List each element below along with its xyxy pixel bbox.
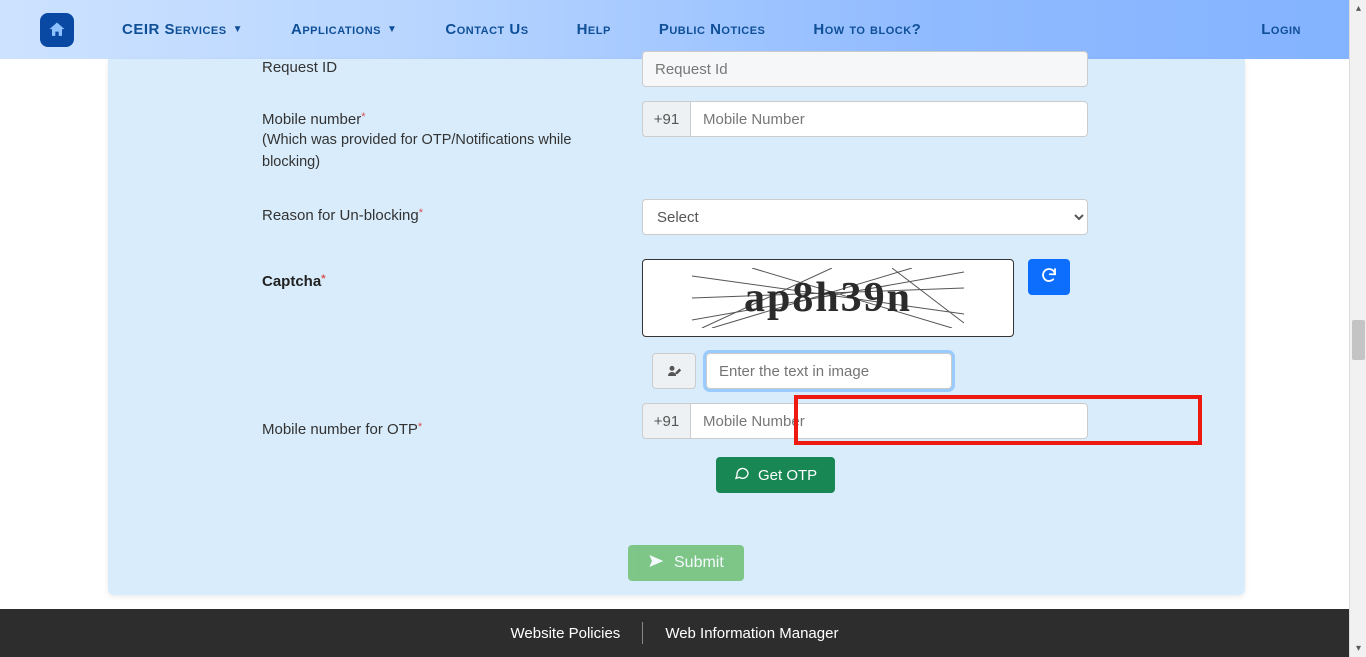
nav-public-notices[interactable]: Public Notices	[659, 21, 766, 38]
nav-applications[interactable]: Applications ▼	[291, 21, 397, 38]
nav-label: Public Notices	[659, 21, 766, 38]
captcha-input[interactable]	[706, 353, 952, 389]
required-mark: *	[419, 207, 423, 219]
label-text: Mobile number	[262, 111, 361, 128]
nav-label: CEIR Services	[122, 21, 227, 38]
required-mark: *	[361, 111, 365, 123]
chat-icon	[734, 465, 750, 485]
request-id-input[interactable]	[642, 51, 1088, 87]
footer: Website Policies Web Information Manager	[0, 609, 1349, 657]
captcha-image: ap8h39n	[692, 268, 964, 328]
nav-help[interactable]: Help	[577, 21, 611, 38]
otp-mobile-prefix: +91	[642, 403, 690, 439]
captcha-refresh-button[interactable]	[1028, 259, 1070, 295]
required-mark: *	[418, 421, 422, 433]
label-reason: Reason for Un-blocking*	[262, 207, 632, 224]
get-otp-label: Get OTP	[758, 467, 817, 484]
nav-ceir-services[interactable]: CEIR Services ▼	[122, 21, 243, 38]
send-icon	[648, 553, 664, 574]
label-text: Mobile number for OTP	[262, 421, 418, 438]
label-text: Captcha	[262, 273, 321, 290]
label-otp-mobile: Mobile number for OTP*	[262, 421, 632, 438]
field-otp-mobile: +91	[642, 395, 1202, 447]
mobile-hint: (Which was provided for OTP/Notification…	[262, 130, 632, 174]
label-request-id: Request ID	[262, 59, 632, 76]
nav-contact-us[interactable]: Contact Us	[445, 21, 528, 38]
label-mobile: Mobile number* (Which was provided for O…	[262, 111, 632, 174]
required-mark: *	[321, 273, 325, 285]
footer-link-policies[interactable]: Website Policies	[511, 625, 621, 642]
field-request-id	[642, 51, 1088, 87]
scroll-down-button[interactable]: ▾	[1350, 640, 1366, 657]
nav-how-to-block[interactable]: How to block?	[813, 21, 921, 38]
refresh-icon	[1040, 266, 1058, 289]
chevron-down-icon: ▼	[233, 24, 243, 35]
login-label: Login	[1261, 21, 1301, 38]
footer-link-wim[interactable]: Web Information Manager	[665, 625, 838, 642]
nav-label: Applications	[291, 21, 381, 38]
scroll-up-button[interactable]: ▴	[1350, 0, 1366, 17]
label-text: Request ID	[262, 59, 337, 76]
submit-button[interactable]: Submit	[628, 545, 744, 581]
captcha-text: ap8h39n	[744, 274, 912, 322]
person-edit-icon	[652, 353, 696, 389]
nav-label: Help	[577, 21, 611, 38]
captcha-image-box: ap8h39n	[642, 259, 1014, 337]
footer-divider	[642, 622, 643, 644]
otp-mobile-input[interactable]	[690, 403, 1088, 439]
home-icon[interactable]	[40, 13, 74, 47]
get-otp-button[interactable]: Get OTP	[716, 457, 835, 493]
chevron-down-icon: ▼	[387, 24, 397, 35]
captcha-entry-group	[652, 353, 952, 389]
mobile-prefix: +91	[642, 101, 690, 137]
scroll-thumb[interactable]	[1352, 320, 1365, 360]
form-panel: Request ID Mobile number* (Which was pro…	[108, 59, 1245, 595]
submit-label: Submit	[674, 554, 724, 572]
label-captcha: Captcha*	[262, 273, 632, 290]
vertical-scrollbar[interactable]: ▴ ▾	[1349, 0, 1366, 657]
login-link[interactable]: Login	[1261, 0, 1301, 59]
reason-select[interactable]: Select	[642, 199, 1088, 235]
field-reason: Select	[642, 199, 1088, 235]
field-mobile: +91	[642, 101, 1088, 137]
nav-label: Contact Us	[445, 21, 528, 38]
mobile-input[interactable]	[690, 101, 1088, 137]
nav-label: How to block?	[813, 21, 921, 38]
label-text: Reason for Un-blocking	[262, 207, 419, 224]
